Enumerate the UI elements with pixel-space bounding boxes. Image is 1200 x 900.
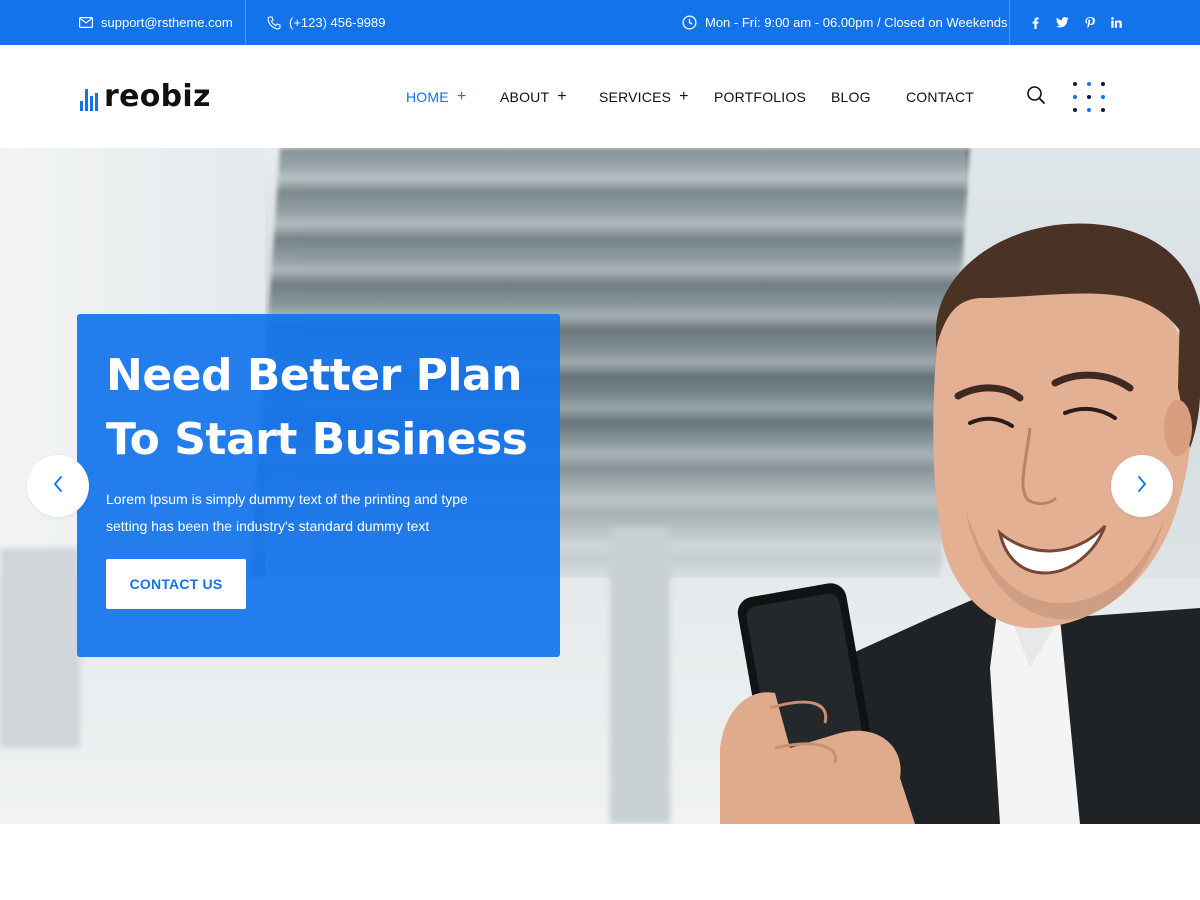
nav-item-label: ABOUT: [500, 89, 550, 105]
hero-title-line: Need Better Plan: [106, 350, 522, 401]
twitter-icon[interactable]: [1049, 0, 1076, 45]
chevron-right-icon: [1136, 475, 1148, 498]
hero-card: Need Better Plan To Start Business Lorem…: [77, 314, 560, 657]
hero-bg-pillar: [0, 548, 80, 748]
search-icon[interactable]: [1026, 85, 1048, 107]
top-bar: support@rstheme.com (+123) 456-9989 Mon …: [0, 0, 1200, 45]
topbar-email[interactable]: support@rstheme.com: [79, 0, 233, 45]
site-header: reobiz HOME + ABOUT + SERVICES + PORTFOL…: [0, 45, 1200, 148]
clock-icon: [682, 15, 697, 30]
topbar-divider: [1009, 0, 1010, 45]
nav-item-label: CONTACT: [906, 89, 975, 105]
grid-menu-icon[interactable]: [1072, 81, 1106, 113]
topbar-phone-text: (+123) 456-9989: [289, 15, 386, 30]
slider-prev-button[interactable]: [27, 455, 89, 517]
envelope-icon: [79, 17, 93, 28]
nav-item-portfolios[interactable]: PORTFOLIOS: [714, 87, 806, 107]
main-nav: HOME + ABOUT + SERVICES + PORTFOLIOS BLO…: [0, 45, 1200, 148]
hero-slider: Need Better Plan To Start Business Lorem…: [0, 148, 1200, 824]
topbar-phone[interactable]: (+123) 456-9989: [267, 0, 386, 45]
nav-item-about[interactable]: ABOUT +: [500, 87, 567, 107]
topbar-email-text: support@rstheme.com: [101, 15, 233, 30]
plus-icon: +: [557, 88, 567, 105]
nav-item-blog[interactable]: BLOG: [831, 87, 871, 107]
phone-icon: [267, 15, 281, 30]
slider-next-button[interactable]: [1111, 455, 1173, 517]
nav-item-services[interactable]: SERVICES +: [599, 87, 689, 107]
chevron-left-icon: [52, 475, 64, 498]
nav-item-label: BLOG: [831, 89, 871, 105]
hero-bg-pillar: [610, 528, 670, 824]
hero-title-line: To Start Business: [106, 414, 528, 465]
nav-item-contact[interactable]: CONTACT: [906, 87, 974, 107]
plus-icon: +: [456, 88, 467, 105]
pinterest-icon[interactable]: [1076, 0, 1103, 45]
topbar-divider: [245, 0, 246, 45]
nav-item-label: SERVICES: [599, 89, 672, 105]
topbar-hours-text: Mon - Fri: 9:00 am - 06.00pm / Closed on…: [705, 15, 1008, 30]
facebook-icon[interactable]: [1022, 0, 1049, 45]
nav-item-label: PORTFOLIOS: [714, 89, 806, 105]
linkedin-icon[interactable]: [1103, 0, 1130, 45]
hero-description: Lorem Ipsum is simply dummy text of the …: [106, 491, 468, 534]
contact-us-button[interactable]: CONTACT US: [106, 559, 246, 609]
nav-item-home[interactable]: HOME +: [406, 87, 466, 107]
social-links: [1022, 0, 1130, 45]
topbar-hours: Mon - Fri: 9:00 am - 06.00pm / Closed on…: [682, 0, 1008, 45]
nav-item-label: HOME: [406, 89, 449, 105]
plus-icon: +: [679, 88, 689, 105]
hero-title: Need Better Plan To Start Business: [106, 344, 531, 472]
